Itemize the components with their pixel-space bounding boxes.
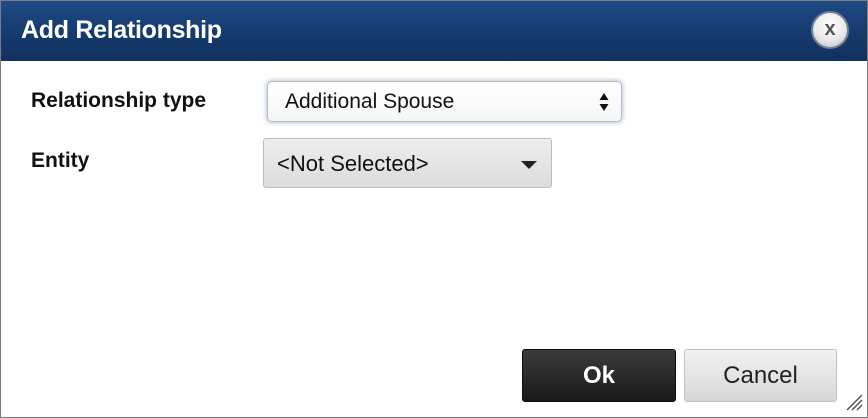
close-icon[interactable]: x [811, 11, 849, 49]
cancel-button[interactable]: Cancel [684, 349, 837, 402]
chevron-down-icon [521, 161, 537, 169]
relationship-type-label: Relationship type [31, 89, 207, 112]
entity-label: Entity [31, 149, 90, 172]
resize-grip-icon[interactable] [843, 391, 863, 411]
entity-value: <Not Selected> [277, 151, 429, 176]
add-relationship-dialog: Add Relationship x Relationship type Add… [0, 0, 868, 418]
entity-dropdown[interactable]: <Not Selected> [263, 138, 552, 188]
ok-button[interactable]: Ok [522, 349, 676, 402]
relationship-type-value: Additional Spouse [285, 90, 455, 113]
updown-arrows-icon [599, 93, 609, 111]
relationship-type-select[interactable]: Additional Spouse [267, 81, 622, 122]
dialog-title: Add Relationship [21, 16, 222, 44]
dialog-titlebar[interactable]: Add Relationship x [1, 1, 867, 61]
